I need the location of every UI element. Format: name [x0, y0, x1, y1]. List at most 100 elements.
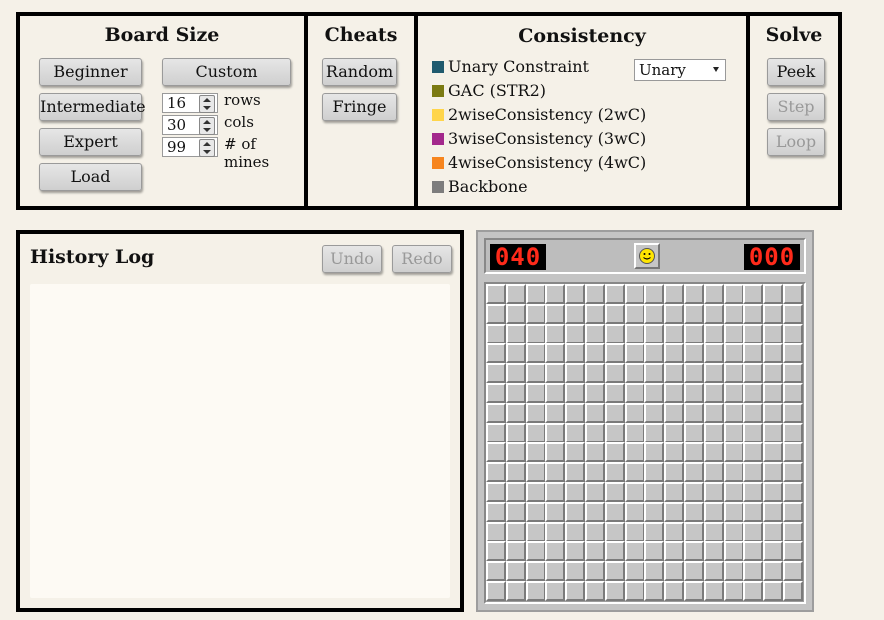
- load-button[interactable]: Load: [39, 163, 142, 191]
- minefield-cell[interactable]: [525, 284, 546, 304]
- minefield-cell[interactable]: [486, 541, 506, 562]
- minefield-cell[interactable]: [644, 422, 665, 443]
- minefield-cell[interactable]: [783, 501, 803, 522]
- minefield-cell[interactable]: [525, 462, 546, 483]
- minefield-cell[interactable]: [664, 303, 685, 324]
- minefield-cell[interactable]: [565, 561, 586, 582]
- minefield-cell[interactable]: [723, 323, 744, 344]
- minefield-cell[interactable]: [783, 383, 803, 403]
- random-button[interactable]: Random: [322, 58, 397, 86]
- minefield-cell[interactable]: [684, 363, 704, 384]
- minefield-cell[interactable]: [664, 442, 685, 463]
- minefield-cell[interactable]: [723, 581, 744, 601]
- minefield-cell[interactable]: [703, 303, 724, 324]
- minefield-cell[interactable]: [505, 402, 526, 423]
- minefield-cell[interactable]: [644, 462, 665, 483]
- minefield-cell[interactable]: [783, 343, 803, 364]
- minefield-cell[interactable]: [604, 501, 625, 522]
- minefield-cell[interactable]: [565, 462, 586, 483]
- minefield-cell[interactable]: [505, 343, 526, 364]
- minefield-cell[interactable]: [624, 303, 645, 324]
- minefield-cell[interactable]: [565, 501, 586, 522]
- expert-button[interactable]: Expert: [39, 128, 142, 156]
- mines-input[interactable]: 99: [162, 137, 218, 157]
- mines-stepper-icon[interactable]: [199, 139, 215, 157]
- minefield-cell[interactable]: [763, 402, 784, 423]
- minefield-cell[interactable]: [604, 323, 625, 344]
- minefield-cell[interactable]: [743, 482, 764, 502]
- minefield-cell[interactable]: [703, 541, 724, 562]
- minefield-cell[interactable]: [644, 303, 665, 324]
- minefield-cell[interactable]: [664, 343, 685, 364]
- minefield-cell[interactable]: [565, 402, 586, 423]
- minefield-cell[interactable]: [585, 442, 605, 463]
- minefield-cell[interactable]: [743, 442, 764, 463]
- minefield-cell[interactable]: [703, 482, 724, 502]
- minefield-cell[interactable]: [545, 541, 566, 562]
- minefield-cell[interactable]: [486, 501, 506, 522]
- minefield-cell[interactable]: [684, 482, 704, 502]
- minefield-cell[interactable]: [703, 383, 724, 403]
- minefield-cell[interactable]: [664, 561, 685, 582]
- minefield-cell[interactable]: [644, 363, 665, 384]
- minefield-cell[interactable]: [644, 521, 665, 542]
- minefield-cell[interactable]: [783, 284, 803, 304]
- minefield-cell[interactable]: [703, 521, 724, 542]
- minefield-cell[interactable]: [664, 422, 685, 443]
- minefield-cell[interactable]: [624, 284, 645, 304]
- minefield-cell[interactable]: [624, 541, 645, 562]
- minefield-cell[interactable]: [565, 284, 586, 304]
- minefield-cell[interactable]: [723, 462, 744, 483]
- minefield-cell[interactable]: [763, 521, 784, 542]
- minefield-cell[interactable]: [723, 383, 744, 403]
- minefield-cell[interactable]: [604, 521, 625, 542]
- minefield-cell[interactable]: [525, 323, 546, 344]
- minefield-cell[interactable]: [763, 561, 784, 582]
- minefield-cell[interactable]: [664, 501, 685, 522]
- minefield-cell[interactable]: [624, 462, 645, 483]
- minefield-cell[interactable]: [723, 561, 744, 582]
- minefield-cell[interactable]: [644, 343, 665, 364]
- minefield-cell[interactable]: [525, 383, 546, 403]
- minefield-cell[interactable]: [525, 541, 546, 562]
- minefield-cell[interactable]: [684, 402, 704, 423]
- minefield-cell[interactable]: [763, 284, 784, 304]
- minefield-cell[interactable]: [703, 462, 724, 483]
- minefield-cell[interactable]: [486, 442, 506, 463]
- minefield-cell[interactable]: [684, 343, 704, 364]
- minefield-cell[interactable]: [664, 541, 685, 562]
- minefield-cell[interactable]: [624, 383, 645, 403]
- minefield-cell[interactable]: [723, 521, 744, 542]
- minefield-cell[interactable]: [525, 422, 546, 443]
- cols-stepper-icon[interactable]: [199, 117, 215, 135]
- minefield-cell[interactable]: [763, 422, 784, 443]
- minefield-cell[interactable]: [664, 402, 685, 423]
- minefield-cell[interactable]: [565, 541, 586, 562]
- minefield-cell[interactable]: [684, 561, 704, 582]
- minefield-cell[interactable]: [743, 402, 764, 423]
- minefield-cell[interactable]: [743, 323, 764, 344]
- minefield-cell[interactable]: [486, 363, 506, 384]
- step-button[interactable]: Step: [767, 93, 825, 121]
- minefield-cell[interactable]: [505, 541, 526, 562]
- minefield-cell[interactable]: [604, 303, 625, 324]
- minefield-cell[interactable]: [664, 284, 685, 304]
- minefield-cell[interactable]: [624, 442, 645, 463]
- minefield-cell[interactable]: [525, 363, 546, 384]
- minefield-cell[interactable]: [644, 284, 665, 304]
- minefield-cell[interactable]: [545, 561, 566, 582]
- minefield-cell[interactable]: [684, 422, 704, 443]
- minefield-cell[interactable]: [604, 482, 625, 502]
- minefield-cell[interactable]: [684, 284, 704, 304]
- intermediate-button[interactable]: Intermediate: [39, 93, 146, 121]
- minefield-cell[interactable]: [763, 363, 784, 384]
- minefield-cell[interactable]: [763, 482, 784, 502]
- minefield-cell[interactable]: [486, 482, 506, 502]
- minefield-cell[interactable]: [585, 343, 605, 364]
- minefield-cell[interactable]: [585, 422, 605, 443]
- minefield-cell[interactable]: [604, 343, 625, 364]
- minefield-cell[interactable]: [664, 383, 685, 403]
- minefield-cell[interactable]: [664, 462, 685, 483]
- minefield-cell[interactable]: [604, 581, 625, 601]
- minefield-cell[interactable]: [565, 343, 586, 364]
